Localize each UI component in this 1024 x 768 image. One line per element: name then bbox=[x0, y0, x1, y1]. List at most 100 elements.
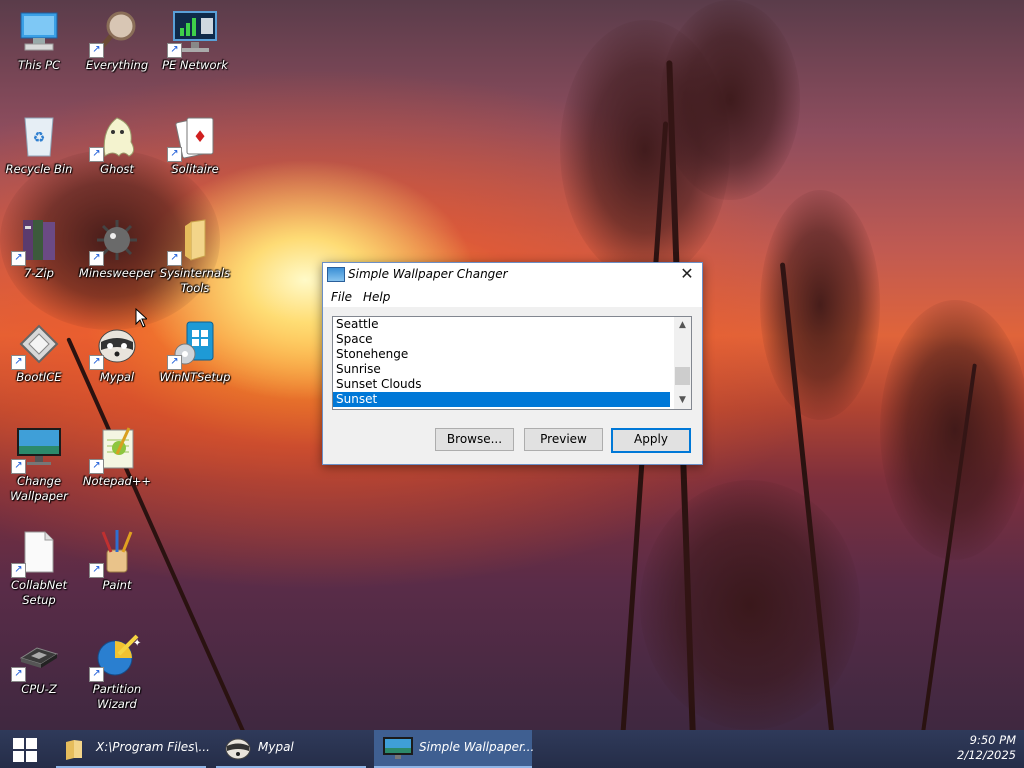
mouse-cursor-icon bbox=[135, 308, 147, 328]
browse-button[interactable]: Browse... bbox=[435, 428, 514, 451]
taskbar-clock[interactable]: 9:50 PM 2/12/2025 bbox=[946, 733, 1016, 763]
list-item[interactable]: Sunrise bbox=[333, 362, 670, 377]
desktop-icon-label: Change Wallpaper bbox=[10, 474, 68, 503]
desktop-icon-label: CPU-Z bbox=[21, 682, 57, 696]
desktop-icon-collabnet-setup[interactable]: ↗ CollabNet Setup bbox=[0, 528, 78, 608]
desktop-icon-sysinternals-tools[interactable]: ↗ Sysinternals Tools bbox=[156, 216, 234, 296]
shortcut-arrow-icon: ↗ bbox=[89, 563, 104, 578]
dialog-titlebar[interactable]: Simple Wallpaper Changer ✕ bbox=[323, 263, 702, 287]
desktop-icon-solitaire[interactable]: ♦ ↗ Solitaire bbox=[156, 112, 234, 177]
books-icon: ↗ bbox=[11, 216, 63, 266]
folder-icon bbox=[66, 740, 82, 760]
desktop-icon-label: PE Network bbox=[162, 58, 228, 72]
shortcut-arrow-icon: ↗ bbox=[11, 563, 26, 578]
taskbar-item-wallpaper-changer[interactable]: Simple Wallpaper... bbox=[374, 730, 535, 768]
desktop-icon-everything[interactable]: ↗ Everything bbox=[78, 8, 156, 73]
desktop-icon-partition-wizard[interactable]: ✦ ↗ Partition Wizard bbox=[78, 632, 156, 712]
shortcut-arrow-icon: ↗ bbox=[11, 251, 26, 266]
menu-file[interactable]: File bbox=[331, 290, 352, 304]
shortcut-arrow-icon: ↗ bbox=[11, 667, 26, 682]
shortcut-arrow-icon: ↗ bbox=[89, 667, 104, 682]
taskbar: X:\Program Files\... Mypal Simple Wallpa… bbox=[0, 730, 1024, 768]
desktop-icon-paint[interactable]: ↗ Paint bbox=[78, 528, 156, 593]
desktop-icon-mypal[interactable]: ↗ Mypal bbox=[78, 320, 156, 385]
wallpaper-plume bbox=[640, 480, 860, 730]
scroll-down-icon[interactable]: ▼ bbox=[674, 392, 691, 409]
close-icon: ✕ bbox=[680, 264, 694, 283]
raccoon-icon: ↗ bbox=[89, 320, 141, 370]
desktop-icon-label: Solitaire bbox=[171, 162, 219, 176]
svg-text:✦: ✦ bbox=[133, 638, 141, 649]
cpu-chip-icon: ↗ bbox=[11, 632, 63, 682]
shortcut-arrow-icon: ↗ bbox=[167, 147, 182, 162]
close-button[interactable]: ✕ bbox=[672, 263, 702, 287]
paint-brushes-icon: ↗ bbox=[89, 528, 141, 578]
wallpaper-changer-dialog[interactable]: Simple Wallpaper Changer ✕ File Help Sea… bbox=[322, 262, 703, 465]
wallpaper-plume bbox=[660, 0, 800, 200]
preview-button[interactable]: Preview bbox=[524, 428, 603, 451]
desktop-icon-this-pc[interactable]: This PC bbox=[0, 8, 78, 73]
desktop-icon-change-wallpaper[interactable]: ↗ Change Wallpaper bbox=[0, 424, 78, 504]
desktop-icon-minesweeper[interactable]: ↗ Minesweeper bbox=[78, 216, 156, 281]
desktop-icon-notepadpp[interactable]: ↗ Notepad++ bbox=[78, 424, 156, 489]
desktop-icon-label: Partition Wizard bbox=[92, 682, 142, 711]
scrollbar-thumb[interactable] bbox=[675, 367, 690, 385]
scroll-up-icon[interactable]: ▲ bbox=[674, 317, 691, 334]
taskbar-item-mypal[interactable]: Mypal bbox=[216, 730, 366, 768]
listbox-scrollbar[interactable]: ▲ ▼ bbox=[674, 317, 691, 409]
shortcut-arrow-icon: ↗ bbox=[11, 459, 26, 474]
notepad-icon: ↗ bbox=[89, 424, 141, 474]
menu-bar: File Help bbox=[323, 287, 702, 307]
taskbar-item-explorer[interactable]: X:\Program Files\... bbox=[56, 730, 210, 768]
wallpaper-monitor-icon bbox=[383, 737, 413, 759]
magnifier-icon: ↗ bbox=[89, 8, 141, 58]
list-item[interactable]: Space bbox=[333, 332, 670, 347]
shortcut-arrow-icon: ↗ bbox=[167, 251, 182, 266]
desktop-icon-label: Ghost bbox=[100, 162, 134, 176]
shortcut-arrow-icon: ↗ bbox=[11, 355, 26, 370]
shortcut-arrow-icon: ↗ bbox=[89, 355, 104, 370]
computer-icon bbox=[15, 8, 63, 56]
desktop-icon-7-zip[interactable]: ↗ 7-Zip bbox=[0, 216, 78, 281]
desktop-icon-label: This PC bbox=[17, 58, 61, 72]
apply-button[interactable]: Apply bbox=[611, 428, 691, 453]
document-icon: ↗ bbox=[11, 528, 63, 578]
partition-wizard-icon: ✦ ↗ bbox=[89, 632, 141, 682]
menu-help[interactable]: Help bbox=[363, 290, 390, 304]
svg-text:♦: ♦ bbox=[193, 127, 207, 146]
recycle-bin-icon: ♻ bbox=[15, 112, 63, 160]
desktop-icon-cpu-z[interactable]: ↗ CPU-Z bbox=[0, 632, 78, 697]
playing-cards-icon: ♦ ↗ bbox=[167, 112, 219, 162]
desktop-icon-label: 7-Zip bbox=[24, 266, 54, 280]
windows-setup-icon: ↗ bbox=[167, 320, 219, 370]
start-button[interactable] bbox=[0, 730, 48, 768]
shortcut-arrow-icon: ↗ bbox=[89, 251, 104, 266]
disk-icon: ↗ bbox=[11, 320, 63, 370]
desktop-icon-label: Paint bbox=[102, 578, 132, 592]
desktop-icon-recycle-bin[interactable]: ♻ Recycle Bin bbox=[0, 112, 78, 177]
desktop-icon-label: Notepad++ bbox=[82, 474, 152, 488]
desktop-icon-label: CollabNet Setup bbox=[11, 578, 67, 607]
desktop-icon-winntsetup[interactable]: ↗ WinNTSetup bbox=[156, 320, 234, 385]
ghost-icon: ↗ bbox=[89, 112, 141, 162]
taskbar-item-label: X:\Program Files\... bbox=[96, 740, 210, 754]
shortcut-arrow-icon: ↗ bbox=[89, 459, 104, 474]
desktop-icon-ghost[interactable]: ↗ Ghost bbox=[78, 112, 156, 177]
list-item[interactable]: Seattle bbox=[333, 317, 670, 332]
folder-icon: ↗ bbox=[167, 216, 219, 266]
clock-date: 2/12/2025 bbox=[957, 748, 1016, 762]
list-item[interactable]: Sunset Clouds bbox=[333, 377, 670, 392]
clock-time: 9:50 PM bbox=[969, 733, 1016, 747]
taskbar-item-label: Simple Wallpaper... bbox=[419, 740, 535, 754]
desktop-icon-bootice[interactable]: ↗ BootICE bbox=[0, 320, 78, 385]
network-icon: ↗ bbox=[167, 8, 219, 58]
list-item-selected[interactable]: Sunset bbox=[333, 392, 670, 407]
wallpaper-listbox[interactable]: Seattle Space Stonehenge Sunrise Sunset … bbox=[332, 316, 692, 410]
shortcut-arrow-icon: ↗ bbox=[167, 43, 182, 58]
wallpaper-monitor-icon bbox=[327, 267, 345, 282]
desktop-wallpaper[interactable]: This PC ↗ Everything ↗ PE Network ♻ Recy… bbox=[0, 0, 1024, 730]
desktop-icon-pe-network[interactable]: ↗ PE Network bbox=[156, 8, 234, 73]
desktop-icon-label: WinNTSetup bbox=[159, 370, 231, 384]
list-item[interactable]: Stonehenge bbox=[333, 347, 670, 362]
desktop-icon-label: Recycle Bin bbox=[5, 162, 73, 176]
